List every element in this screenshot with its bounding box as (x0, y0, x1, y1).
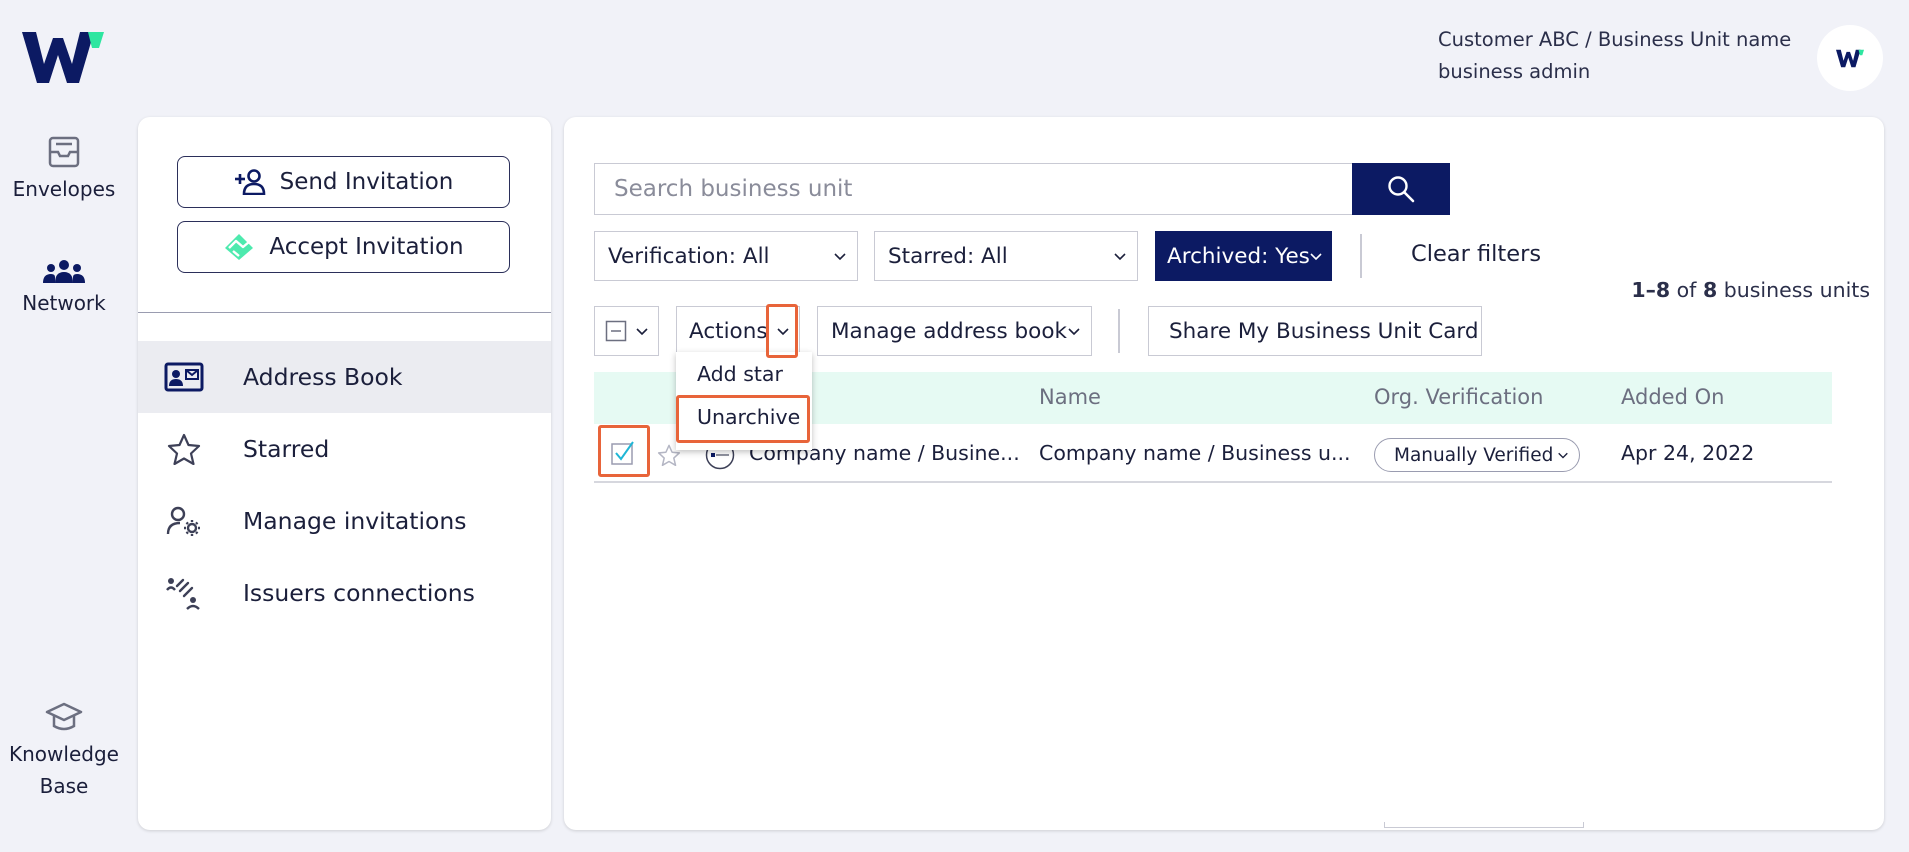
avatar[interactable] (1817, 25, 1883, 91)
graduation-cap-icon (45, 702, 83, 731)
share-card-label: Share My Business Unit Card (1169, 318, 1479, 344)
rail-label-envelopes: Envelopes (12, 177, 116, 201)
starred-filter-label: Starred: All (888, 243, 1008, 269)
brand-avatar-icon (1836, 49, 1864, 67)
chevron-down-icon (834, 253, 846, 261)
sidebar-divider (138, 312, 551, 313)
share-card-button[interactable]: Share My Business Unit Card (1148, 306, 1482, 356)
menu-item-add-star[interactable]: Add star (676, 354, 812, 394)
verification-filter-label: Verification: All (608, 243, 770, 269)
row-added-on: Apr 24, 2022 (1621, 441, 1755, 465)
chevron-down-icon (1558, 452, 1568, 459)
count-suffix: business units (1723, 278, 1870, 302)
menu-item-unarchive[interactable]: Unarchive (676, 397, 812, 437)
left-rail: Envelopes Network Knowledge Base (0, 0, 128, 852)
rail-label-network: Network (22, 291, 106, 315)
sidebar-item-label: Manage invitations (243, 507, 467, 535)
send-invitation-label: Send Invitation (279, 169, 454, 195)
toolbar-divider (1118, 309, 1120, 353)
user-settings-icon (164, 502, 204, 540)
result-count: 1–8 of 8 business units (1631, 278, 1870, 302)
rail-item-knowledge-base[interactable]: Knowledge Base (0, 700, 128, 802)
sidebar-item-label: Starred (243, 435, 330, 463)
send-invitation-button[interactable]: Send Invitation (177, 156, 510, 208)
rail-item-network[interactable]: Network (0, 259, 128, 319)
search-input[interactable]: Search business unit (594, 163, 1352, 215)
rail-item-envelopes[interactable]: Envelopes (0, 135, 128, 205)
address-card-icon (164, 358, 204, 396)
sidebar-item-label: Address Book (243, 363, 403, 391)
search-icon (1388, 176, 1415, 203)
count-range: 1–8 (1631, 278, 1671, 302)
actions-dropdown[interactable]: Actions (676, 306, 800, 356)
sidebar-item-starred[interactable]: Starred (138, 413, 551, 485)
chevron-down-icon[interactable] (776, 324, 790, 338)
count-total: 8 (1702, 278, 1718, 302)
select-all-checkbox[interactable] (594, 306, 659, 356)
row-name: Company name / Business u... (1039, 441, 1351, 465)
star-icon (164, 430, 204, 468)
bottom-scroll-stub (1384, 822, 1584, 828)
verification-filter[interactable]: Verification: All (594, 231, 858, 281)
add-user-icon (234, 169, 265, 195)
sidebar-item-label: Issuers connections (243, 579, 475, 607)
chevron-down-icon (1114, 253, 1126, 261)
breadcrumb: Customer ABC / Business Unit name (1438, 28, 1792, 51)
filter-divider (1360, 234, 1362, 278)
search-button[interactable] (1352, 163, 1450, 215)
chevron-down-icon (1310, 253, 1322, 261)
brand-logo[interactable] (22, 30, 104, 85)
sidebar-item-manage-invitations[interactable]: Manage invitations (138, 485, 551, 557)
manage-address-book-dropdown[interactable]: Manage address book (817, 306, 1092, 356)
accept-invitation-button[interactable]: Accept Invitation (177, 221, 510, 273)
column-header-verification[interactable]: Org. Verification (1374, 385, 1543, 409)
user-role: business admin (1438, 60, 1591, 83)
accept-invitation-label: Accept Invitation (269, 234, 464, 260)
main-panel: Search business unit Verification: All S… (564, 117, 1884, 830)
sidebar-item-issuers-connections[interactable]: Issuers connections (138, 557, 551, 629)
sidebar-panel: Send Invitation Accept Invitation Addres… (138, 117, 551, 830)
verification-select[interactable]: Manually Verified (1374, 438, 1580, 472)
select-all-icon (605, 320, 627, 342)
actions-menu: Add star Unarchive (676, 352, 812, 450)
archived-filter[interactable]: Archived: Yes (1155, 231, 1332, 281)
envelopes-icon (48, 136, 80, 168)
chevron-down-icon (1068, 328, 1080, 336)
manage-address-book-label: Manage address book (831, 318, 1067, 344)
column-header-added-on[interactable]: Added On (1621, 385, 1724, 409)
handshake-icon (225, 234, 254, 260)
archived-filter-label: Archived: Yes (1167, 243, 1310, 269)
actions-label: Actions (689, 318, 768, 344)
row-checkbox[interactable] (610, 440, 636, 466)
clear-filters-link[interactable]: Clear filters (1411, 241, 1541, 267)
sidebar-item-address-book[interactable]: Address Book (138, 341, 551, 413)
network-icon (43, 260, 85, 283)
count-of: of (1676, 278, 1697, 302)
column-header-name[interactable]: Name (1039, 385, 1101, 409)
chevron-down-icon (636, 328, 648, 336)
connections-icon (164, 574, 204, 612)
rail-label-knowledge: Knowledge Base (9, 742, 119, 798)
starred-filter[interactable]: Starred: All (874, 231, 1138, 281)
verification-select-label: Manually Verified (1394, 444, 1554, 466)
